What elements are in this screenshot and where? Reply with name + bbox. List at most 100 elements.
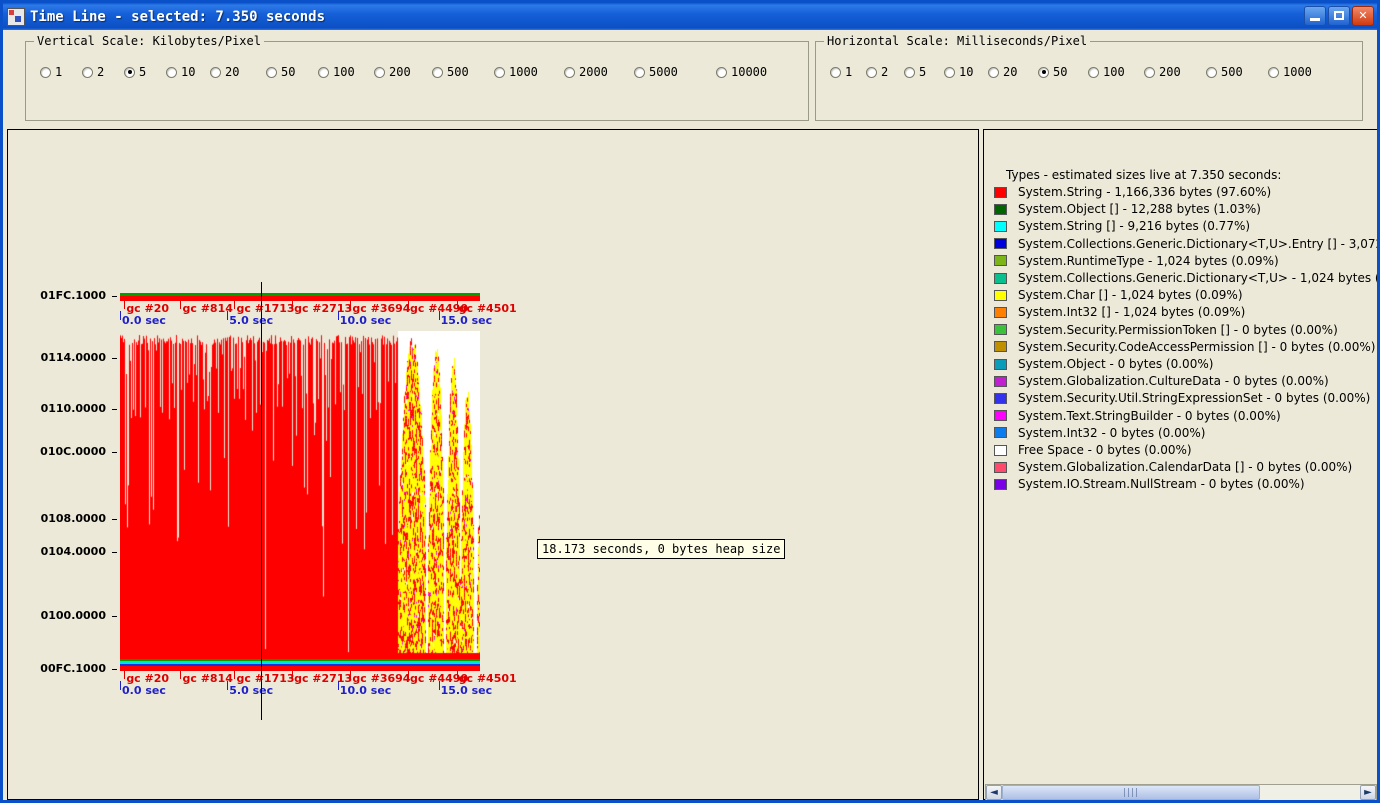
scroll-right-button[interactable]: ► (1360, 785, 1376, 800)
legend-item[interactable]: System.Security.CodeAccessPermission [] … (994, 339, 1375, 355)
timeline-window: Time Line - selected: 7.350 seconds ✕ Ve… (0, 0, 1380, 803)
y-axis-tick (112, 669, 117, 670)
legend-item[interactable]: System.IO.Stream.NullStream - 0 bytes (0… (994, 476, 1305, 492)
legend-horizontal-scrollbar[interactable]: ◄ |||| ► (985, 784, 1377, 800)
radio-dot-icon[interactable] (1144, 66, 1155, 78)
radio-dot-icon[interactable] (634, 66, 645, 78)
radio-dot-icon[interactable] (166, 66, 177, 78)
timeline-graph[interactable]: gc #20 gc #814 gc #1713 gc #2713 gc #3694 gc … (8, 130, 978, 799)
horizontal-scale-option-20[interactable]: 20 (988, 65, 1017, 79)
legend-item[interactable]: System.Collections.Generic.Dictionary<T,… (994, 270, 1377, 286)
radio-dot-icon[interactable] (716, 66, 727, 78)
radio-dot-icon[interactable] (494, 66, 505, 78)
y-axis-tick (112, 552, 117, 553)
time-axis-label: 15.0 sec (440, 684, 493, 697)
y-axis-label: 0108.0000 (40, 512, 106, 525)
gc-event-tick (180, 301, 182, 309)
vertical-scale-option-10000[interactable]: 10000 (716, 65, 767, 79)
radio-dot-icon[interactable] (866, 66, 877, 78)
time-axis-tick (438, 681, 440, 690)
heap-occupancy-canvas[interactable] (120, 331, 480, 661)
horizontal-scale-option-1[interactable]: 1 (830, 65, 852, 79)
legend-item[interactable]: System.Int32 [] - 1,024 bytes (0.09%) (994, 304, 1245, 320)
horizontal-scale-option-500[interactable]: 500 (1206, 65, 1243, 79)
vertical-scale-option-5[interactable]: 5 (124, 65, 146, 79)
radio-dot-icon[interactable] (1206, 66, 1217, 78)
radio-dot-icon[interactable] (124, 66, 135, 78)
scrollbar-thumb[interactable]: |||| (1002, 785, 1260, 800)
minimize-button[interactable] (1304, 6, 1326, 26)
radio-dot-icon[interactable] (564, 66, 575, 78)
legend-item[interactable]: System.Text.StringBuilder - 0 bytes (0.0… (994, 408, 1281, 424)
maximize-button[interactable] (1328, 6, 1350, 26)
legend-header: Types - estimated sizes live at 7.350 se… (1006, 168, 1282, 182)
legend-color-swatch (994, 238, 1007, 250)
radio-dot-icon[interactable] (82, 66, 93, 78)
legend-color-swatch (994, 341, 1007, 353)
vertical-scale-option-100[interactable]: 100 (318, 65, 355, 79)
radio-dot-icon[interactable] (432, 66, 443, 78)
radio-label: 2000 (579, 65, 608, 79)
timeline-graph-panel[interactable]: gc #20 gc #814 gc #1713 gc #2713 gc #3694 gc … (7, 129, 979, 800)
types-legend-panel[interactable]: Types - estimated sizes live at 7.350 se… (983, 129, 1377, 800)
radio-dot-icon[interactable] (374, 66, 385, 78)
vertical-scale-option-200[interactable]: 200 (374, 65, 411, 79)
legend-item[interactable]: Free Space - 0 bytes (0.00%) (994, 442, 1192, 458)
radio-dot-icon[interactable] (1268, 66, 1279, 78)
legend-item[interactable]: System.Globalization.CultureData - 0 byt… (994, 373, 1329, 389)
radio-dot-icon[interactable] (904, 66, 915, 78)
horizontal-scale-option-2[interactable]: 2 (866, 65, 888, 79)
radio-dot-icon[interactable] (210, 66, 221, 78)
vertical-scale-option-2000[interactable]: 2000 (564, 65, 608, 79)
radio-dot-icon[interactable] (1038, 66, 1049, 78)
legend-item[interactable]: System.Globalization.CalendarData [] - 0… (994, 459, 1352, 475)
legend-item[interactable]: System.Object [] - 12,288 bytes (1.03%) (994, 201, 1261, 217)
scroll-left-button[interactable]: ◄ (986, 785, 1002, 800)
legend-item[interactable]: System.String - 1,166,336 bytes (97.60%) (994, 184, 1271, 200)
radio-dot-icon[interactable] (944, 66, 955, 78)
horizontal-scale-option-50[interactable]: 50 (1038, 65, 1067, 79)
legend-color-swatch (994, 186, 1007, 198)
legend-item[interactable]: System.Char [] - 1,024 bytes (0.09%) (994, 287, 1243, 303)
legend-item-label: System.Object - 0 bytes (0.00%) (1018, 357, 1214, 371)
vertical-scale-option-5000[interactable]: 5000 (634, 65, 678, 79)
scrollbar-grip: |||| (1122, 787, 1140, 798)
legend-item[interactable]: System.Collections.Generic.Dictionary<T,… (994, 236, 1377, 252)
horizontal-scale-option-10[interactable]: 10 (944, 65, 973, 79)
vertical-scale-option-1[interactable]: 1 (40, 65, 62, 79)
legend-item[interactable]: System.Object - 0 bytes (0.00%) (994, 356, 1213, 372)
radio-dot-icon[interactable] (318, 66, 329, 78)
horizontal-scale-option-200[interactable]: 200 (1144, 65, 1181, 79)
close-button[interactable]: ✕ (1352, 6, 1374, 26)
vertical-scale-option-2[interactable]: 2 (82, 65, 104, 79)
legend-item[interactable]: System.Security.PermissionToken [] - 0 b… (994, 322, 1338, 338)
horizontal-scale-option-1000[interactable]: 1000 (1268, 65, 1312, 79)
vertical-scale-option-10[interactable]: 10 (166, 65, 195, 79)
radio-dot-icon[interactable] (266, 66, 277, 78)
radio-dot-icon[interactable] (40, 66, 51, 78)
y-axis-label: 0110.0000 (40, 402, 106, 415)
legend-item[interactable]: System.Int32 - 0 bytes (0.00%) (994, 425, 1205, 441)
vertical-scale-option-50[interactable]: 50 (266, 65, 295, 79)
time-axis-tick (337, 311, 339, 320)
vertical-scale-option-20[interactable]: 20 (210, 65, 239, 79)
scrollbar-track[interactable]: |||| (1002, 785, 1360, 800)
radio-label: 200 (389, 65, 411, 79)
legend-item[interactable]: System.Security.Util.StringExpressionSet… (994, 390, 1370, 406)
gc-event-tick (124, 671, 126, 679)
radio-dot-icon[interactable] (1088, 66, 1099, 78)
vertical-scale-option-1000[interactable]: 1000 (494, 65, 538, 79)
y-axis-label: 0114.0000 (40, 351, 106, 364)
y-axis-tick (112, 358, 117, 359)
legend-item[interactable]: System.String [] - 9,216 bytes (0.77%) (994, 218, 1250, 234)
horizontal-scale-option-100[interactable]: 100 (1088, 65, 1125, 79)
vertical-scale-option-500[interactable]: 500 (432, 65, 469, 79)
time-axis-label: 10.0 sec (339, 314, 392, 327)
selection-cursor[interactable] (261, 282, 262, 720)
horizontal-scale-option-5[interactable]: 5 (904, 65, 926, 79)
radio-dot-icon[interactable] (830, 66, 841, 78)
legend-item-label: System.Collections.Generic.Dictionary<T,… (1018, 271, 1377, 285)
legend-item[interactable]: System.RuntimeType - 1,024 bytes (0.09%) (994, 253, 1279, 269)
radio-dot-icon[interactable] (988, 66, 999, 78)
y-axis-label: 0100.0000 (40, 609, 106, 622)
